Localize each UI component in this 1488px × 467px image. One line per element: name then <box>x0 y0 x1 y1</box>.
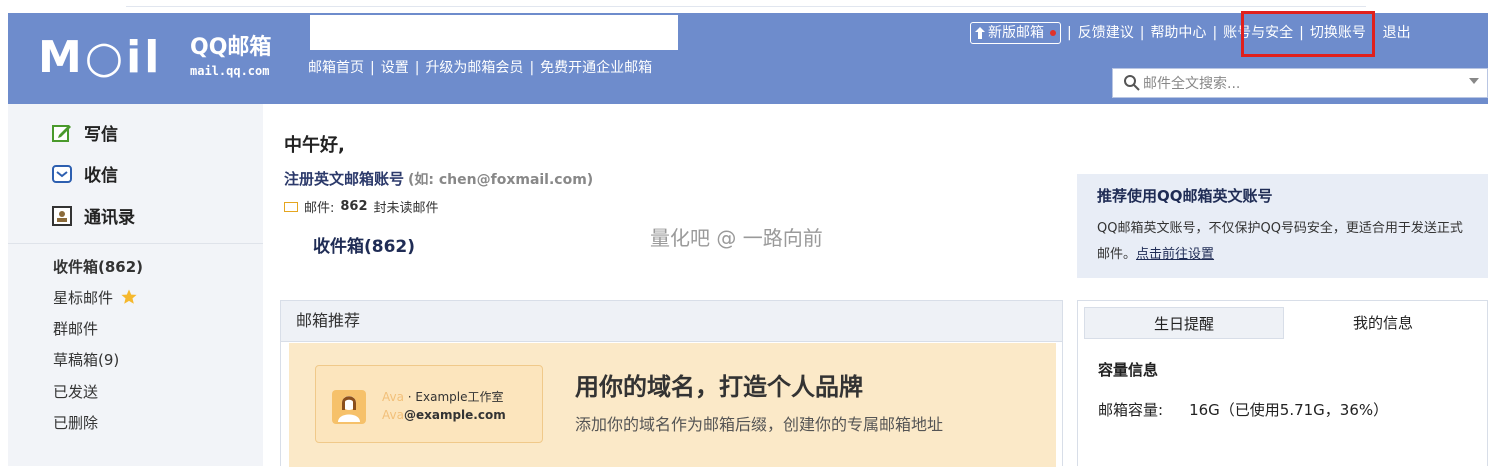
sidebar-item-label: 星标邮件 <box>53 289 114 307</box>
greeting: 中午好, <box>284 135 345 156</box>
promo-settings-link[interactable]: 点击前往设置 <box>1136 247 1214 262</box>
contacts-icon <box>52 205 72 226</box>
header-nav: 邮箱首页 | 设置 | 升级为邮箱会员 | 免费开通企业邮箱 <box>308 60 653 76</box>
compose-button[interactable]: 写信 <box>52 120 118 145</box>
example-card: Ava · Example工作室 Ava@example.com <box>315 365 543 443</box>
sidebar-item-drafts[interactable]: 草稿箱(9) <box>53 349 119 370</box>
contacts-label: 通讯录 <box>84 208 135 228</box>
sidebar: 写信 收信 通讯录 收件箱(862) 星标邮件 群邮件 草稿箱(9) 已发送 已… <box>8 104 263 466</box>
search-placeholder: 邮件全文搜索... <box>1143 76 1241 92</box>
logout-link[interactable]: 退出 <box>1383 21 1411 45</box>
receive-label: 收信 <box>84 166 118 186</box>
sidebar-item-sent[interactable]: 已发送 <box>53 381 98 402</box>
qq-mail-logo[interactable]: M○il QQ邮箱 mail.qq.com <box>38 31 308 85</box>
search-icon <box>1124 75 1140 91</box>
receive-button[interactable]: 收信 <box>52 161 118 186</box>
mail-summary: 邮件: 862 封未读邮件 <box>284 197 439 216</box>
card-user: Ava <box>382 408 404 422</box>
nav-upgrade-link[interactable]: 升级为邮箱会员 <box>425 60 523 76</box>
sidebar-divider <box>8 243 263 244</box>
info-tabs: 生日提醒 我的信息 <box>1084 307 1482 339</box>
card-studio: · Example工作室 <box>407 390 504 404</box>
compose-icon <box>52 124 71 142</box>
new-version-button[interactable]: 新版邮箱 <box>970 22 1061 44</box>
inbox-tray-icon <box>52 164 72 183</box>
capacity-value: 16G（已使用5.71G，36%） <box>1189 401 1389 419</box>
sidebar-item-group-mail[interactable]: 群邮件 <box>53 318 98 339</box>
english-account-promo: 推荐使用QQ邮箱英文账号 QQ邮箱英文账号，不仅保护QQ号码安全，更适合用于发送… <box>1077 174 1488 278</box>
capacity-label: 邮箱容量: <box>1098 401 1164 419</box>
tab-birthday[interactable]: 生日提醒 <box>1084 307 1284 339</box>
custom-domain-banner[interactable]: Ava · Example工作室 Ava@example.com 用你的域名，打… <box>289 343 1056 467</box>
nav-settings-link[interactable]: 设置 <box>381 60 409 76</box>
redacted-account-name <box>310 15 678 50</box>
sidebar-item-inbox[interactable]: 收件箱(862) <box>53 256 143 277</box>
promo-title: 推荐使用QQ邮箱英文账号 <box>1097 187 1273 205</box>
feedback-link[interactable]: 反馈建议 <box>1078 21 1134 45</box>
promo-desc: QQ邮箱英文账号，不仅保护QQ号码安全，更适合用于发送正式邮件。点击前往设置 <box>1097 221 1463 262</box>
contacts-button[interactable]: 通讯录 <box>52 203 135 228</box>
nav-enterprise-link[interactable]: 免费开通企业邮箱 <box>540 60 652 76</box>
capacity-row: 邮箱容量: 16G（已使用5.71G，36%） <box>1098 399 1388 420</box>
register-english-account-link[interactable]: 注册英文邮箱账号 (如: chen@foxmail.com) <box>284 168 593 189</box>
info-panel: 生日提醒 我的信息 容量信息 邮箱容量: 16G（已使用5.71G，36%） <box>1077 300 1488 466</box>
logo-wordmark: M○il <box>38 32 163 83</box>
inbox-link[interactable]: 收件箱(862) <box>313 232 415 257</box>
logo-domain: mail.qq.com <box>190 64 270 78</box>
mail-prefix: 邮件: <box>304 201 335 216</box>
card-name: Ava <box>382 390 404 404</box>
search-dropdown-icon[interactable] <box>1469 78 1479 84</box>
recommend-header: 邮箱推荐 <box>281 301 1062 342</box>
unread-count[interactable]: 862 <box>340 199 367 214</box>
card-domain: @example.com <box>403 408 506 422</box>
help-center-link[interactable]: 帮助中心 <box>1150 21 1206 45</box>
notification-dot <box>1050 30 1056 36</box>
register-title: 注册英文邮箱账号 <box>284 170 405 188</box>
register-example: (如: chen@foxmail.com) <box>408 172 594 188</box>
sidebar-item-deleted[interactable]: 已删除 <box>53 412 98 433</box>
avatar-icon <box>332 390 366 424</box>
mailbox-recommend-panel: 邮箱推荐 Ava · Example工作室 Ava@example.com 用你… <box>280 300 1063 467</box>
watermark: 量化吧 @ 一路向前 <box>650 226 823 250</box>
envelope-icon <box>284 201 298 212</box>
logo-brand: QQ邮箱 <box>190 35 272 60</box>
banner-headline: 用你的域名，打造个人品牌 <box>575 373 863 401</box>
sidebar-item-starred[interactable]: 星标邮件 <box>53 287 137 308</box>
search-input[interactable]: 邮件全文搜索... <box>1112 68 1488 98</box>
tab-my-info[interactable]: 我的信息 <box>1284 307 1482 339</box>
arrow-up-icon <box>975 27 985 39</box>
banner-subline: 添加你的域名作为邮箱后缀，创建你的专属邮箱地址 <box>575 415 944 434</box>
highlight-box <box>1241 11 1375 57</box>
capacity-heading: 容量信息 <box>1098 361 1159 379</box>
star-icon <box>121 289 137 304</box>
nav-home-link[interactable]: 邮箱首页 <box>308 60 364 76</box>
compose-label: 写信 <box>84 125 118 145</box>
unread-suffix: 封未读邮件 <box>373 201 439 216</box>
new-version-label: 新版邮箱 <box>988 25 1044 41</box>
top-header: M○il QQ邮箱 mail.qq.com 邮箱首页 | 设置 | 升级为邮箱会员 | 免费… <box>8 11 1488 104</box>
